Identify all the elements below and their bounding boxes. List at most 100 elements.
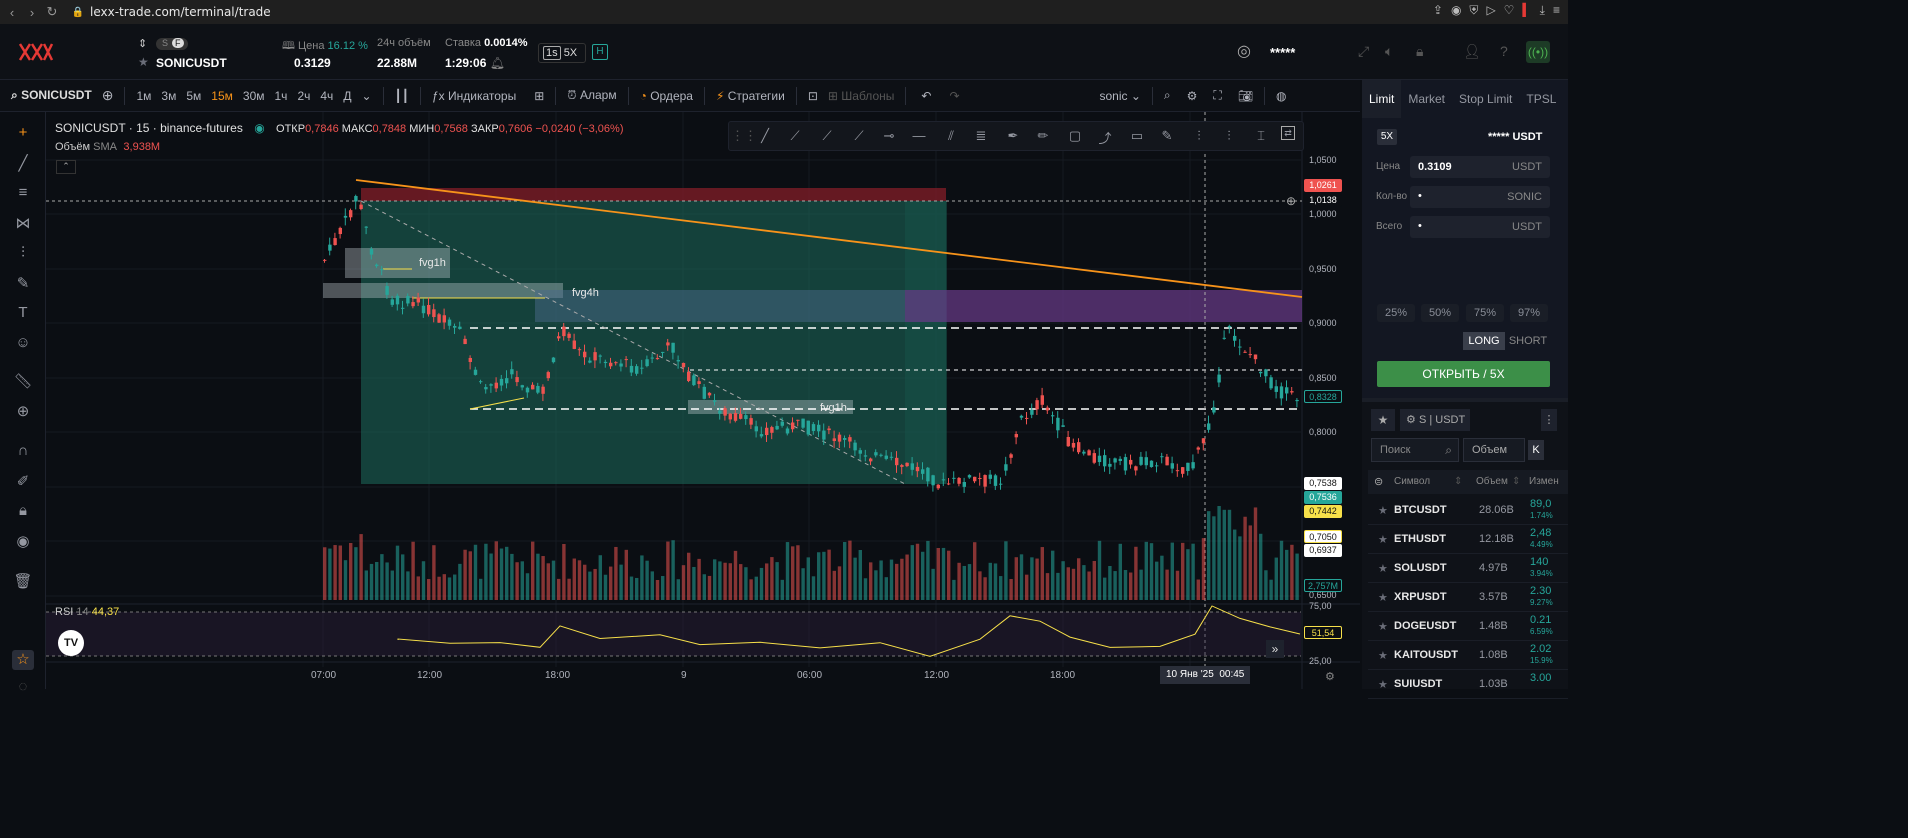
text-icon[interactable]: T (12, 304, 34, 324)
templates-button[interactable]: ⊞ Шаблоны (823, 89, 899, 103)
heart-icon[interactable]: ♡ (1504, 3, 1515, 18)
lock-icon[interactable]: 🔒︎ (1416, 43, 1423, 60)
brush-tool-icon[interactable]: ✎ (1157, 128, 1177, 146)
col-symbol[interactable]: Символ (1394, 476, 1430, 487)
sort-select[interactable]: Объем (1463, 438, 1525, 462)
short-toggle[interactable]: SHORT (1507, 332, 1549, 350)
orders-button[interactable]: ◔ Ордера (635, 89, 698, 103)
price-range-icon[interactable]: ⌶ (1251, 128, 1271, 146)
path-icon[interactable]: ⤴ (1095, 128, 1115, 146)
forward-icon[interactable]: › (24, 5, 40, 20)
order-leverage[interactable]: 5X (1377, 129, 1397, 145)
extended-line-icon[interactable]: ⟋ (817, 128, 837, 146)
layouts-icon[interactable]: ⊞ (529, 89, 549, 103)
candle-type-icon[interactable]: ┃┃ (390, 89, 414, 103)
emoji-icon[interactable]: ☺ (12, 334, 34, 354)
shield-icon[interactable]: ⛨ (1469, 3, 1478, 18)
crosshair-icon[interactable]: + (12, 124, 34, 144)
axis-settings-icon[interactable]: ⚙ (1325, 670, 1335, 683)
price-input[interactable]: 0.3109 USDT (1410, 156, 1550, 178)
play-icon[interactable]: ▷ (1486, 3, 1495, 18)
long-position-icon[interactable]: ⫶ (1189, 128, 1209, 146)
collapse-legend-icon[interactable]: ⌃ (56, 160, 76, 174)
tf-d[interactable]: Д (338, 89, 356, 103)
ruler-icon[interactable]: 📏︎ (12, 372, 34, 392)
row-star-icon[interactable]: ★ (1378, 591, 1388, 604)
indicators-button[interactable]: ƒx Индикаторы (427, 89, 521, 103)
tab-tpsl[interactable]: TPSL (1519, 80, 1563, 118)
tf-5m[interactable]: 5м (181, 89, 206, 103)
row-star-icon[interactable]: ★ (1378, 504, 1388, 517)
line-icon[interactable]: ╱ (755, 128, 775, 146)
total-input[interactable]: • USDT (1410, 216, 1550, 238)
add-alert-icon[interactable]: ⊕ (1286, 194, 1296, 208)
visibility-icon[interactable]: ◉ (12, 532, 34, 552)
replay-icon[interactable]: ⊡ (803, 89, 823, 103)
rectangle-icon[interactable]: ▢ (1065, 128, 1085, 146)
interval-leverage-btn[interactable]: 1s 5X (538, 43, 586, 63)
tab-limit[interactable]: Limit (1362, 80, 1402, 118)
row-star-icon[interactable]: ★ (1378, 678, 1388, 691)
col-volume[interactable]: Объем (1476, 476, 1508, 487)
trend-angle-icon[interactable]: ⟋ (849, 128, 869, 146)
swap-icon[interactable]: ⇕ (138, 37, 147, 50)
add-symbol-icon[interactable]: ⊕ (97, 87, 119, 104)
tf-4h[interactable]: 4ч (315, 89, 338, 103)
user-icon[interactable]: 👤︎ (1463, 43, 1481, 60)
tf-3m[interactable]: 3м (156, 89, 181, 103)
download-icon[interactable]: ⤓ (1540, 3, 1545, 18)
qty-input[interactable]: • SONIC (1410, 186, 1550, 208)
pen-icon[interactable]: ✒ (1003, 128, 1023, 146)
toolbar-symbol[interactable]: ⌕ SONICUSDT (6, 88, 97, 103)
fib-retracement-icon[interactable]: ≣ (971, 128, 991, 146)
row-star-icon[interactable]: ★ (1378, 649, 1388, 662)
tf-15m[interactable]: 15м (206, 89, 238, 103)
magnet-icon[interactable]: ∩ (12, 442, 34, 462)
tf-1h[interactable]: 1ч (270, 89, 293, 103)
filter-list-icon[interactable]: ⊜ (1374, 475, 1383, 488)
undo-icon[interactable]: ↶ (916, 89, 936, 103)
hide-eye-icon[interactable]: ◎ (1237, 41, 1251, 61)
market-row[interactable]: ★ DOGEUSDT 1.48B 0.21 6.59% (1368, 612, 1568, 641)
tf-dropdown-icon[interactable]: ⌄ (356, 89, 376, 103)
bookmark-icon[interactable]: ▍ (1522, 3, 1531, 18)
row-star-icon[interactable]: ★ (1378, 620, 1388, 633)
quote-filter[interactable]: ⚙ S | USDT (1400, 409, 1470, 431)
ray-icon[interactable]: ⟋ (785, 128, 805, 146)
tradingview-logo[interactable]: TV (58, 630, 84, 656)
strategies-button[interactable]: ⚡︎ Стратегии (711, 89, 790, 103)
address-bar[interactable]: lexx-trade.com/terminal/trade (90, 5, 271, 19)
bell-icon[interactable]: 🔔︎ (490, 56, 505, 70)
short-position-icon[interactable]: ⫶ (1219, 128, 1239, 146)
draw-lock-icon[interactable]: ✐ (12, 472, 34, 492)
reload-icon[interactable]: ↻ (44, 4, 60, 20)
drag-handle-icon[interactable]: ⋮⋮ (731, 128, 757, 146)
projection-icon[interactable]: ⫶ (12, 244, 34, 264)
tf-1m[interactable]: 1м (131, 89, 156, 103)
favorite-star-icon[interactable]: ★ (138, 55, 149, 69)
toggle-floatbar-icon[interactable]: ⇄ (1281, 126, 1295, 140)
camera-icon[interactable]: ◉ (1451, 3, 1461, 18)
tab-market[interactable]: Market (1401, 80, 1452, 118)
row-star-icon[interactable]: ★ (1378, 562, 1388, 575)
open-position-button[interactable]: ОТКРЫТЬ / 5X (1377, 361, 1550, 387)
fullscreen-chart-icon[interactable]: ⛶ (1208, 88, 1226, 103)
market-row[interactable]: ★ ETHUSDT 12.18B 2,48 4.49% (1368, 525, 1568, 554)
fullscreen-icon[interactable]: ⤢ (1358, 43, 1369, 60)
horizontal-ray-icon[interactable]: ⊸ (879, 128, 899, 146)
highlighter-icon[interactable]: ✏ (1033, 128, 1053, 146)
price-chart[interactable]: fvg1h fvg4h fvg1h (46, 112, 1360, 689)
favorites-star-icon[interactable]: ☆ (12, 650, 34, 670)
zoom-search-icon[interactable]: ⌕ (1159, 88, 1176, 103)
lock-drawings-icon[interactable]: 🔒︎ (12, 502, 34, 522)
help-icon[interactable]: ? (1500, 43, 1508, 59)
pattern-icon[interactable]: ⋈ (12, 214, 34, 234)
market-row[interactable]: ★ XRPUSDT 3.57B 2.30 9.27% (1368, 583, 1568, 612)
tf-2h[interactable]: 2ч (292, 89, 315, 103)
callout-icon[interactable]: ▭ (1127, 128, 1147, 146)
trash-icon[interactable]: 🗑︎ (12, 572, 34, 592)
back-icon[interactable]: ‹ (4, 5, 20, 20)
sound-icon[interactable]: 🔈︎ (1385, 43, 1393, 60)
share-icon[interactable]: ⇪ (1433, 3, 1443, 18)
redo-icon[interactable]: ↷ (944, 89, 964, 103)
